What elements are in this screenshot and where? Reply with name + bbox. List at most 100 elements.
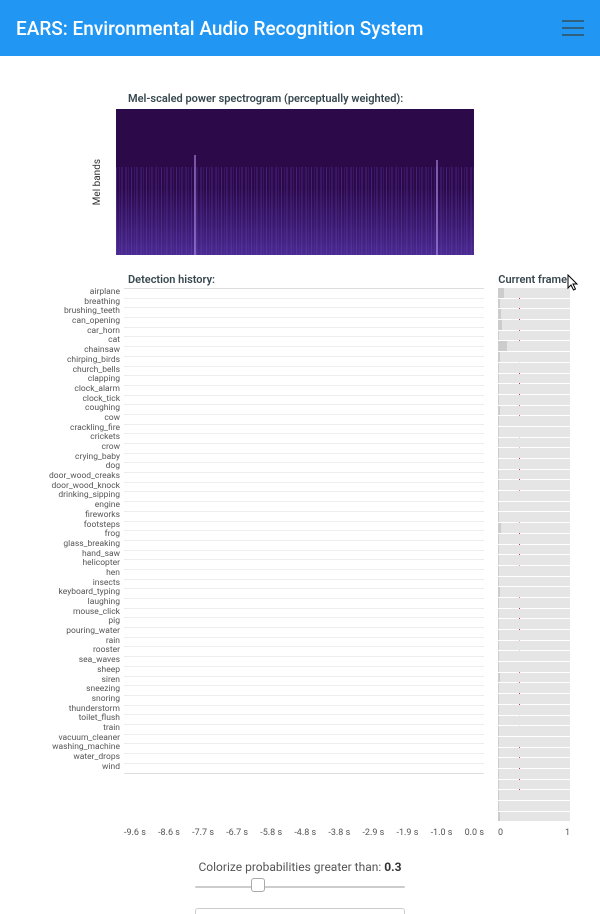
current-bar [498, 406, 570, 416]
current-bar [498, 288, 570, 298]
spectrogram-title: Mel-scaled power spectrogram (perceptual… [128, 92, 588, 105]
tick-label: -8.6 s [158, 828, 180, 838]
current-bar [498, 630, 570, 640]
current-bar [498, 459, 570, 469]
tick-label: -4.8 s [294, 828, 316, 838]
current-bar [498, 438, 570, 448]
history-row [124, 706, 484, 716]
current-bar [498, 512, 570, 522]
current-bar [498, 673, 570, 683]
history-row [124, 444, 484, 454]
history-row [124, 522, 484, 532]
history-row [124, 715, 484, 725]
current-frame-panel [498, 288, 570, 822]
tick-label: -2.9 s [362, 828, 384, 838]
threshold-slider[interactable] [195, 884, 405, 890]
category-label: crying_baby [12, 453, 120, 463]
history-row [124, 386, 484, 396]
history-panel [124, 288, 484, 774]
current-bar [498, 480, 570, 490]
slider-thumb[interactable] [251, 878, 265, 892]
history-row [124, 580, 484, 590]
current-bar [498, 587, 570, 597]
category-label: car_horn [12, 327, 120, 337]
history-row [124, 570, 484, 580]
category-labels: airplanebreathingbrushing_teethcan_openi… [12, 288, 124, 772]
current-bar [498, 651, 570, 661]
current-title: Current frame: [498, 273, 570, 286]
history-row [124, 667, 484, 677]
app-title: EARS: Environmental Audio Recognition Sy… [16, 17, 423, 40]
history-row [124, 396, 484, 406]
current-bar [498, 523, 570, 533]
current-bar [498, 352, 570, 362]
current-bar [498, 534, 570, 544]
history-row [124, 589, 484, 599]
current-bar [498, 641, 570, 651]
category-label: wind [12, 763, 120, 773]
history-row [124, 473, 484, 483]
tick-label: -1.9 s [397, 828, 419, 838]
current-bar [498, 416, 570, 426]
history-row [124, 531, 484, 541]
current-bar [498, 491, 570, 501]
history-row [124, 492, 484, 502]
history-title: Detection history: [128, 273, 215, 286]
history-row [124, 638, 484, 648]
history-row [124, 725, 484, 735]
history-row [124, 551, 484, 561]
current-bar [498, 716, 570, 726]
current-bar [498, 790, 570, 800]
current-bar [498, 812, 570, 822]
tick-label: 0 [498, 828, 503, 838]
current-bar [498, 577, 570, 587]
spectrogram-ylabel: Mel bands [92, 159, 110, 205]
history-row [124, 560, 484, 570]
history-row [124, 454, 484, 464]
history-row [124, 376, 484, 386]
current-bar [498, 502, 570, 512]
category-label: helicopter [12, 559, 120, 569]
history-ticks: -9.6 s-8.6 s-7.7 s-6.7 s-5.8 s-4.8 s-3.8… [124, 828, 484, 838]
history-row [124, 744, 484, 754]
category-label: pouring_water [12, 627, 120, 637]
current-bar [498, 427, 570, 437]
current-bar [498, 363, 570, 373]
current-bar [498, 801, 570, 811]
current-bar [498, 683, 570, 693]
history-row [124, 512, 484, 522]
current-bar [498, 299, 570, 309]
history-row [124, 696, 484, 706]
current-bar [498, 769, 570, 779]
threshold-label: Colorize probabilities greater than: 0.3 [12, 860, 588, 874]
history-row [124, 628, 484, 638]
current-bar [498, 545, 570, 555]
current-bar [498, 737, 570, 747]
history-row [124, 299, 484, 309]
menu-icon[interactable] [562, 20, 584, 36]
spectrogram-panel: Mel bands [12, 109, 588, 255]
current-bar [498, 309, 570, 319]
history-row [124, 425, 484, 435]
history-row [124, 609, 484, 619]
history-row [124, 686, 484, 696]
threshold-value: 0.3 [384, 860, 401, 874]
main-content: Mel-scaled power spectrogram (perceptual… [0, 56, 600, 914]
tick-label: 1 [565, 828, 570, 838]
history-row [124, 735, 484, 745]
current-bar [498, 598, 570, 608]
current-ticks: 01 [498, 828, 570, 838]
current-bar [498, 320, 570, 330]
current-bar [498, 555, 570, 565]
app-header: EARS: Environmental Audio Recognition Sy… [0, 0, 600, 56]
history-row [124, 647, 484, 657]
tick-label: -9.6 s [124, 828, 146, 838]
mute-button[interactable]: Mute [195, 908, 405, 914]
history-row [124, 357, 484, 367]
current-bar [498, 619, 570, 629]
tick-label: -1.0 s [431, 828, 453, 838]
history-row [124, 415, 484, 425]
history-row [124, 657, 484, 667]
category-label: mouse_click [12, 608, 120, 618]
history-row [124, 483, 484, 493]
